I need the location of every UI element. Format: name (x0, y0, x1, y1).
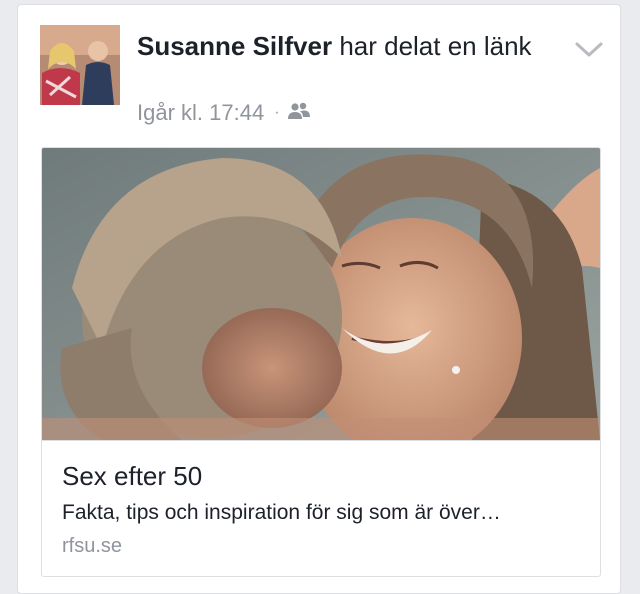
link-title[interactable]: Sex efter 50 (62, 461, 202, 492)
link-image[interactable] (42, 148, 600, 440)
avatar-photo (40, 25, 120, 105)
link-preview[interactable]: Sex efter 50 Fakta, tips och inspiration… (41, 147, 601, 577)
post-meta: Igår kl. 17:44 · (137, 99, 310, 127)
link-photo (42, 148, 600, 440)
author-avatar[interactable] (40, 25, 120, 105)
chevron-down-icon[interactable] (573, 39, 605, 61)
post-header: Susanne Silfver har delat en länk (137, 29, 537, 63)
author-name[interactable]: Susanne Silfver (137, 31, 332, 61)
link-domain: rfsu.se (62, 535, 123, 557)
link-description: Fakta, tips och inspiration för sig som … (62, 501, 501, 524)
post-action: har delat en länk (339, 31, 532, 61)
link-text-block[interactable]: Sex efter 50 Fakta, tips och inspiration… (42, 440, 600, 557)
meta-separator: · (274, 104, 280, 121)
post-timestamp[interactable]: Igår kl. 17:44 (137, 100, 264, 126)
post-card: Susanne Silfver har delat en länk Igår k… (17, 4, 621, 594)
friends-icon[interactable] (287, 100, 310, 126)
